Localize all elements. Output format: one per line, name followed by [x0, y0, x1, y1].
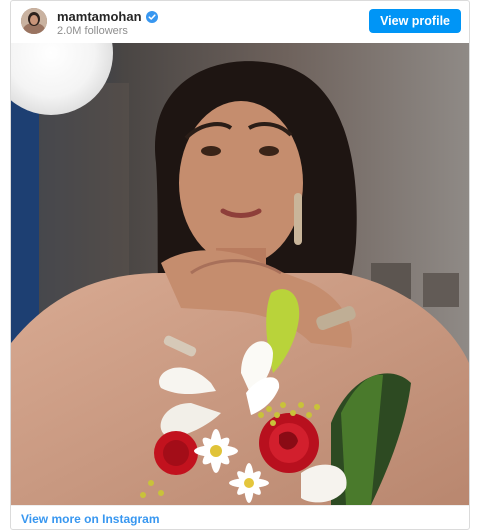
instagram-embed-card: mamtamohan 2.0M followers View profile V…	[10, 0, 470, 530]
view-more-on-instagram-link[interactable]: View more on Instagram	[21, 512, 160, 526]
username[interactable]: mamtamohan	[57, 9, 158, 24]
view-profile-button[interactable]: View profile	[369, 9, 461, 33]
post-photo[interactable]	[11, 43, 469, 505]
post-footer: View more on Instagram	[11, 505, 469, 529]
post-header: mamtamohan 2.0M followers View profile	[11, 1, 469, 43]
followers-count: 2.0M followers	[57, 25, 128, 37]
verified-badge-icon	[145, 10, 158, 23]
username-text[interactable]: mamtamohan	[57, 9, 142, 24]
avatar[interactable]	[21, 8, 47, 34]
